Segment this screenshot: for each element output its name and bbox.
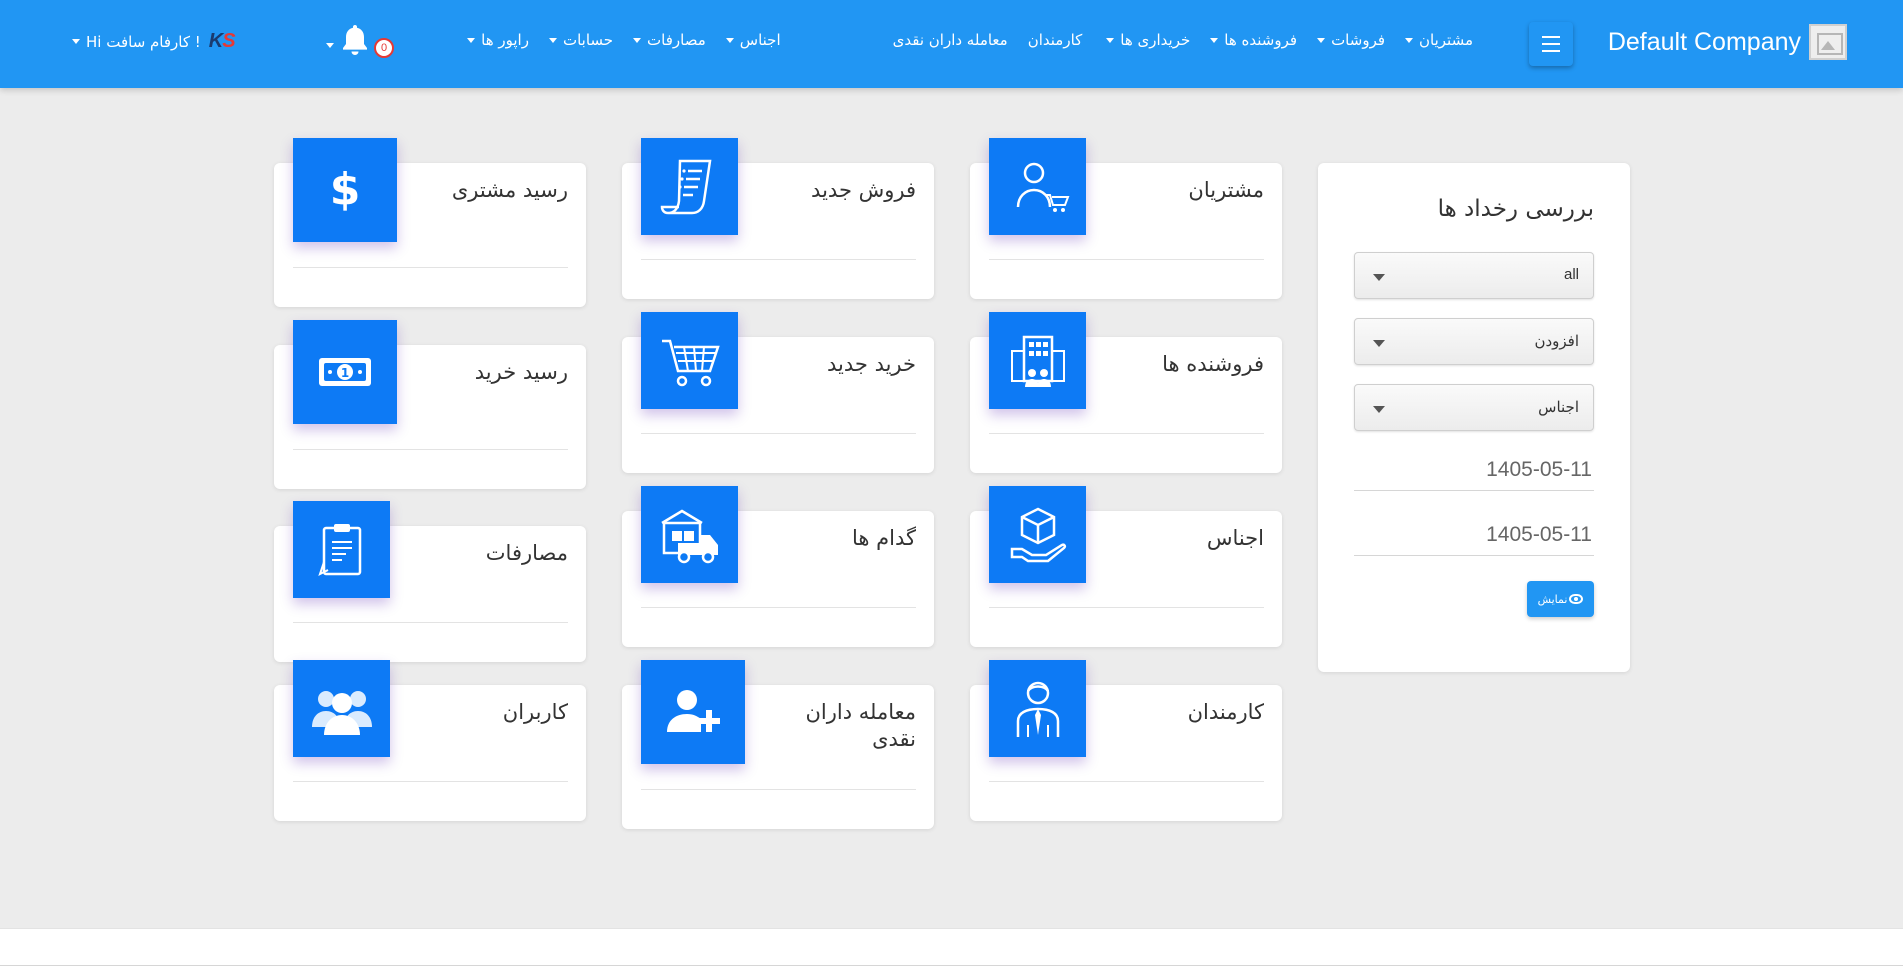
nav-cash-traders[interactable]: معامله داران نقدی [893,31,1008,49]
entity-select[interactable]: اجناس [1354,384,1594,431]
tile-title: کاربران [502,700,568,724]
users-group-icon[interactable] [293,660,390,757]
tile-title: مشتریان [1188,178,1264,202]
chevron-down-icon [725,37,734,43]
notifications-button[interactable]: 0 [326,22,396,62]
show-button[interactable]: نمایش [1527,581,1594,617]
event-review-panel: بررسی رخداد ها all افزودن اجناس 1405-05-… [1318,163,1630,672]
svg-text:$: $ [330,164,361,215]
tile-title: رسید خرید [474,360,568,384]
chevron-down-icon [1317,37,1326,43]
dollar-icon[interactable]: $ [293,138,397,242]
nav-vendors[interactable]: فروشنده ها [1210,31,1297,49]
nav-items[interactable]: اجناس [725,31,781,49]
brand[interactable]: Default Company [1608,24,1847,60]
menu-toggle-button[interactable] [1529,22,1573,66]
chevron-down-icon [467,37,476,43]
ks-logo-icon: KS [208,30,236,52]
nav-customers[interactable]: مشتریان [1405,31,1473,49]
tile-title: کارمندان [1187,700,1264,724]
tile-title: خرید جدید [827,352,916,376]
chevron-down-icon [1106,37,1115,43]
user-menu[interactable]: Hi کارفام سافت ! KS [72,30,236,53]
chevron-down-icon [633,37,642,43]
chevron-down-icon [72,39,80,44]
date-to-field[interactable]: 1405-05-11 [1354,518,1594,556]
tile-title: مصارفات [485,541,568,565]
chevron-down-icon [326,43,334,48]
tile-title: اجناس [1206,526,1264,550]
shopping-cart-icon[interactable] [641,312,738,409]
tile-title: گدام ها [851,526,916,550]
customer-cart-icon[interactable] [989,138,1086,235]
chevron-down-icon [1373,340,1385,347]
footer [0,928,1903,980]
add-user-icon[interactable] [641,660,745,764]
top-navbar: Default Company مشتریان فروشات فروشنده ه… [0,0,1903,88]
nav-expenses[interactable]: مصارفات [633,31,706,49]
tile-title: فروشنده ها [1162,352,1264,376]
building-people-icon[interactable] [989,312,1086,409]
action-select[interactable]: افزودن [1354,318,1594,365]
user-greeting: Hi کارفام سافت ! [86,32,201,51]
tile-title: رسید مشتری [451,178,568,202]
banknote-icon[interactable]: 1 [293,320,397,424]
date-from-field[interactable]: 1405-05-11 [1354,453,1594,491]
filter-all-select[interactable]: all [1354,252,1594,299]
clipboard-icon[interactable] [293,501,390,598]
eye-icon [1569,594,1584,604]
brand-logo-icon [1809,24,1847,60]
chevron-down-icon [1405,37,1414,43]
bell-icon [343,25,367,55]
warehouse-truck-icon[interactable] [641,486,738,583]
chevron-down-icon [1373,406,1385,413]
chevron-down-icon [1210,37,1219,43]
nav-employees[interactable]: کارمندان [1028,31,1083,49]
nav-reports[interactable]: راپور ها [467,31,529,49]
invoice-icon[interactable] [641,138,738,235]
svg-text:1: 1 [341,366,349,380]
box-hand-icon[interactable] [989,486,1086,583]
tile-title: معامله داران نقدی [805,700,917,751]
nav-purchases[interactable]: خریداری ها [1106,31,1190,49]
chevron-down-icon [1373,274,1385,281]
chevron-down-icon [548,37,557,43]
notification-count-badge: 0 [374,38,394,58]
tile-title: فروش جدید [811,178,916,202]
panel-title: بررسی رخداد ها [1437,196,1594,222]
brand-name[interactable]: Default Company [1608,28,1801,57]
hamburger-icon [1542,36,1560,38]
main-nav: مشتریان فروشات فروشنده ها خریداری ها کار… [447,31,1473,49]
nav-sales[interactable]: فروشات [1317,31,1385,49]
employee-icon[interactable] [989,660,1086,757]
nav-accounts[interactable]: حسابات [548,31,613,49]
